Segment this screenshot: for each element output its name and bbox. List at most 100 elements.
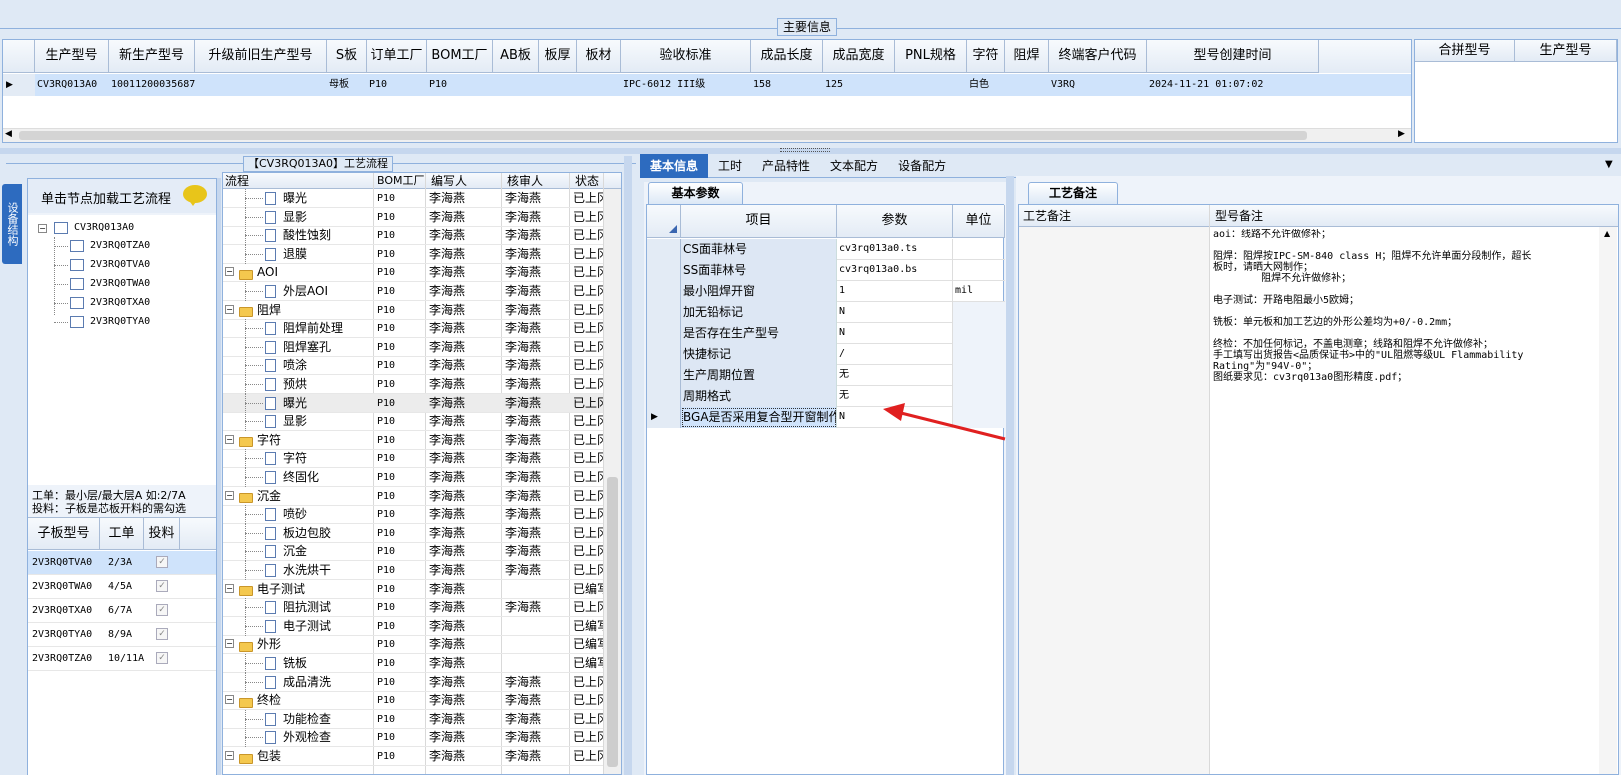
flow-row[interactable]: − 阻焊 P10 李海燕 李海燕 已上冈 [223, 301, 603, 320]
right-vsplitter[interactable] [1006, 176, 1014, 775]
main-hscrollbar[interactable]: ◀ ▶ [3, 128, 1411, 142]
flow-row[interactable]: 水洗烘干 P10 李海燕 李海燕 已上冈 [223, 561, 603, 580]
flow-row[interactable]: − 包装 P10 李海燕 李海燕 已上冈 [223, 747, 603, 766]
main-cell[interactable]: 125 [823, 74, 895, 96]
flow-row[interactable]: 阻焊前处理 P10 李海燕 李海燕 已上冈 [223, 319, 603, 339]
flow-row[interactable]: − 电子测试 P10 李海燕 已编写 [223, 580, 603, 599]
param-value[interactable]: / [837, 344, 953, 365]
feed-checkbox[interactable]: ✓ [156, 580, 168, 592]
flow-row[interactable]: 阻焊塞孔 P10 李海燕 李海燕 已上冈 [223, 337, 603, 357]
main-cell[interactable]: P10 [367, 74, 427, 96]
remarks-tab[interactable]: 工艺备注 [1028, 182, 1118, 204]
collapse-icon[interactable]: − [225, 695, 234, 705]
flow-vscroll-thumb[interactable] [607, 477, 618, 767]
param-row[interactable]: 最小阻焊开窗 1 mil [647, 281, 1005, 302]
flow-row[interactable]: − 字符 P10 李海燕 李海燕 已上冈 [223, 431, 603, 450]
flow-row[interactable]: − AOI P10 李海燕 李海燕 已上冈 [223, 263, 603, 283]
main-cell[interactable]: 10011200035687 [109, 74, 195, 96]
order-cell[interactable]: 6/7A [106, 601, 144, 621]
tab-0[interactable]: 基本信息 [640, 154, 709, 178]
flow-row[interactable]: 显影 P10 李海燕 李海燕 已上冈 [223, 412, 603, 432]
scroll-up-icon[interactable]: ▲ [1604, 229, 1610, 238]
main-col-header[interactable]: AB板 [493, 40, 539, 73]
left-vsplitter[interactable] [217, 178, 221, 775]
flow-row[interactable]: − 终检 P10 李海燕 李海燕 已上冈 [223, 691, 603, 711]
flow-row[interactable]: 曝光 P10 李海燕 李海燕 已上冈 [223, 189, 603, 208]
subboard-row[interactable]: 2V3RQ0TYA0 8/9A ✓ [28, 623, 216, 647]
main-cell[interactable]: 母板 [327, 74, 367, 96]
mid-vsplitter[interactable] [624, 156, 632, 775]
main-info-row[interactable]: ▶ CV3RQ013A0 10011200035687 母板 P10 P10 IPC-601… [3, 74, 1411, 96]
flow-row[interactable]: 喷涂 P10 李海燕 李海燕 已上冈 [223, 356, 603, 376]
main-cell[interactable] [539, 74, 577, 96]
flow-row[interactable]: 电子测试 P10 李海燕 已编写 [223, 616, 603, 636]
main-col-header[interactable]: 订单工厂 [367, 40, 427, 73]
main-cell[interactable]: CV3RQ013A0 [35, 74, 109, 96]
main-col-header[interactable]: 成品长度 [751, 40, 823, 73]
main-col-header[interactable]: 生产型号 [35, 40, 109, 73]
subboard-row[interactable]: 2V3RQ0TZA0 10/11A ✓ [28, 647, 216, 671]
flow-row[interactable]: 预烘 P10 李海燕 李海燕 已上冈 [223, 375, 603, 394]
main-cell[interactable] [895, 74, 967, 96]
hscroll-thumb[interactable] [19, 131, 1307, 140]
flow-row[interactable]: 终固化 P10 李海燕 李海燕 已上冈 [223, 468, 603, 487]
param-row[interactable]: SS面菲林号 cv3rq013a0.bs [647, 260, 1005, 281]
param-value[interactable]: 1 [837, 281, 953, 302]
flow-row[interactable]: 字符 P10 李海燕 李海燕 已上冈 [223, 449, 603, 469]
collapse-icon[interactable]: − [225, 434, 234, 444]
param-row[interactable]: CS面菲林号 cv3rq013a0.ts [647, 239, 1005, 260]
main-col-header[interactable]: 阻焊 [1005, 40, 1049, 73]
flow-row[interactable]: 成品清洗 P10 李海燕 李海燕 已上冈 [223, 672, 603, 692]
main-cell[interactable]: 2024-11-21 01:07:02 [1147, 74, 1319, 96]
tab-2[interactable]: 产品特性 [752, 154, 820, 178]
scroll-left-icon[interactable]: ◀ [5, 129, 12, 139]
main-cell[interactable]: 158 [751, 74, 823, 96]
feed-checkbox[interactable]: ✓ [156, 628, 168, 640]
main-cell[interactable] [577, 74, 621, 96]
main-cell[interactable]: IPC-6012 III级 [621, 74, 751, 96]
main-col-header[interactable]: 型号创建时间 [1147, 40, 1319, 73]
flow-vscrollbar[interactable] [604, 189, 621, 774]
flow-row[interactable]: 外观检查 P10 李海燕 李海燕 已上冈 [223, 728, 603, 748]
order-cell[interactable]: 10/11A [106, 649, 144, 669]
main-col-header[interactable]: BOM工厂 [427, 40, 493, 73]
main-cell[interactable]: P10 [427, 74, 493, 96]
flow-row[interactable]: 酸性蚀刻 P10 李海燕 李海燕 已上冈 [223, 226, 603, 246]
main-col-header[interactable]: 新生产型号 [109, 40, 195, 73]
remarks-vscrollbar[interactable]: ▲ [1599, 227, 1617, 774]
flow-row[interactable]: 喷砂 P10 李海燕 李海燕 已上冈 [223, 505, 603, 525]
subboard-row[interactable]: 2V3RQ0TVA0 2/3A ✓ [28, 551, 216, 575]
main-cell[interactable]: 白色 [967, 74, 1005, 96]
collapse-icon[interactable]: − [225, 751, 234, 760]
param-value[interactable]: cv3rq013a0.bs [837, 260, 953, 281]
feed-checkbox[interactable]: ✓ [156, 604, 168, 616]
param-row[interactable]: 是否存在生产型号 N [647, 323, 1005, 344]
main-col-header[interactable]: 升级前旧生产型号 [195, 40, 327, 73]
param-row[interactable]: 快捷标记 / [647, 344, 1005, 365]
scroll-right-icon[interactable]: ▶ [1398, 129, 1405, 139]
feed-checkbox[interactable]: ✓ [156, 652, 168, 664]
order-cell[interactable]: 4/5A [106, 577, 144, 597]
device-structure-vtab[interactable]: 设备结构 [2, 184, 22, 264]
tab-4[interactable]: 设备配方 [888, 154, 956, 178]
flow-row[interactable]: 沉金 P10 李海燕 李海燕 已上冈 [223, 542, 603, 562]
collapse-icon[interactable]: − [225, 304, 234, 314]
subboard-row[interactable]: 2V3RQ0TXA0 6/7A ✓ [28, 599, 216, 623]
param-value[interactable]: cv3rq013a0.ts [837, 239, 953, 260]
flow-row[interactable]: 铣板 P10 李海燕 已编写 [223, 654, 603, 673]
flow-row[interactable]: 显影 P10 李海燕 李海燕 已上冈 [223, 207, 603, 227]
main-cell[interactable] [1005, 74, 1049, 96]
main-col-header[interactable]: 验收标准 [621, 40, 751, 73]
main-cell[interactable] [493, 74, 539, 96]
flow-row[interactable]: 曝光 P10 李海燕 李海燕 已上冈 [223, 393, 603, 413]
order-cell[interactable]: 2/3A [106, 553, 144, 573]
main-col-header[interactable]: 板厚 [539, 40, 577, 73]
flow-row[interactable]: − 外形 P10 李海燕 已编写 [223, 635, 603, 655]
collapse-icon[interactable]: − [225, 267, 234, 277]
main-col-header[interactable]: 成品宽度 [823, 40, 895, 73]
tab-3[interactable]: 文本配方 [820, 154, 888, 178]
process-remark-cell[interactable] [1019, 227, 1209, 774]
main-cell[interactable]: V3RQ [1049, 74, 1147, 96]
feed-checkbox[interactable]: ✓ [156, 556, 168, 568]
param-row[interactable]: 生产周期位置无 [647, 365, 1005, 386]
